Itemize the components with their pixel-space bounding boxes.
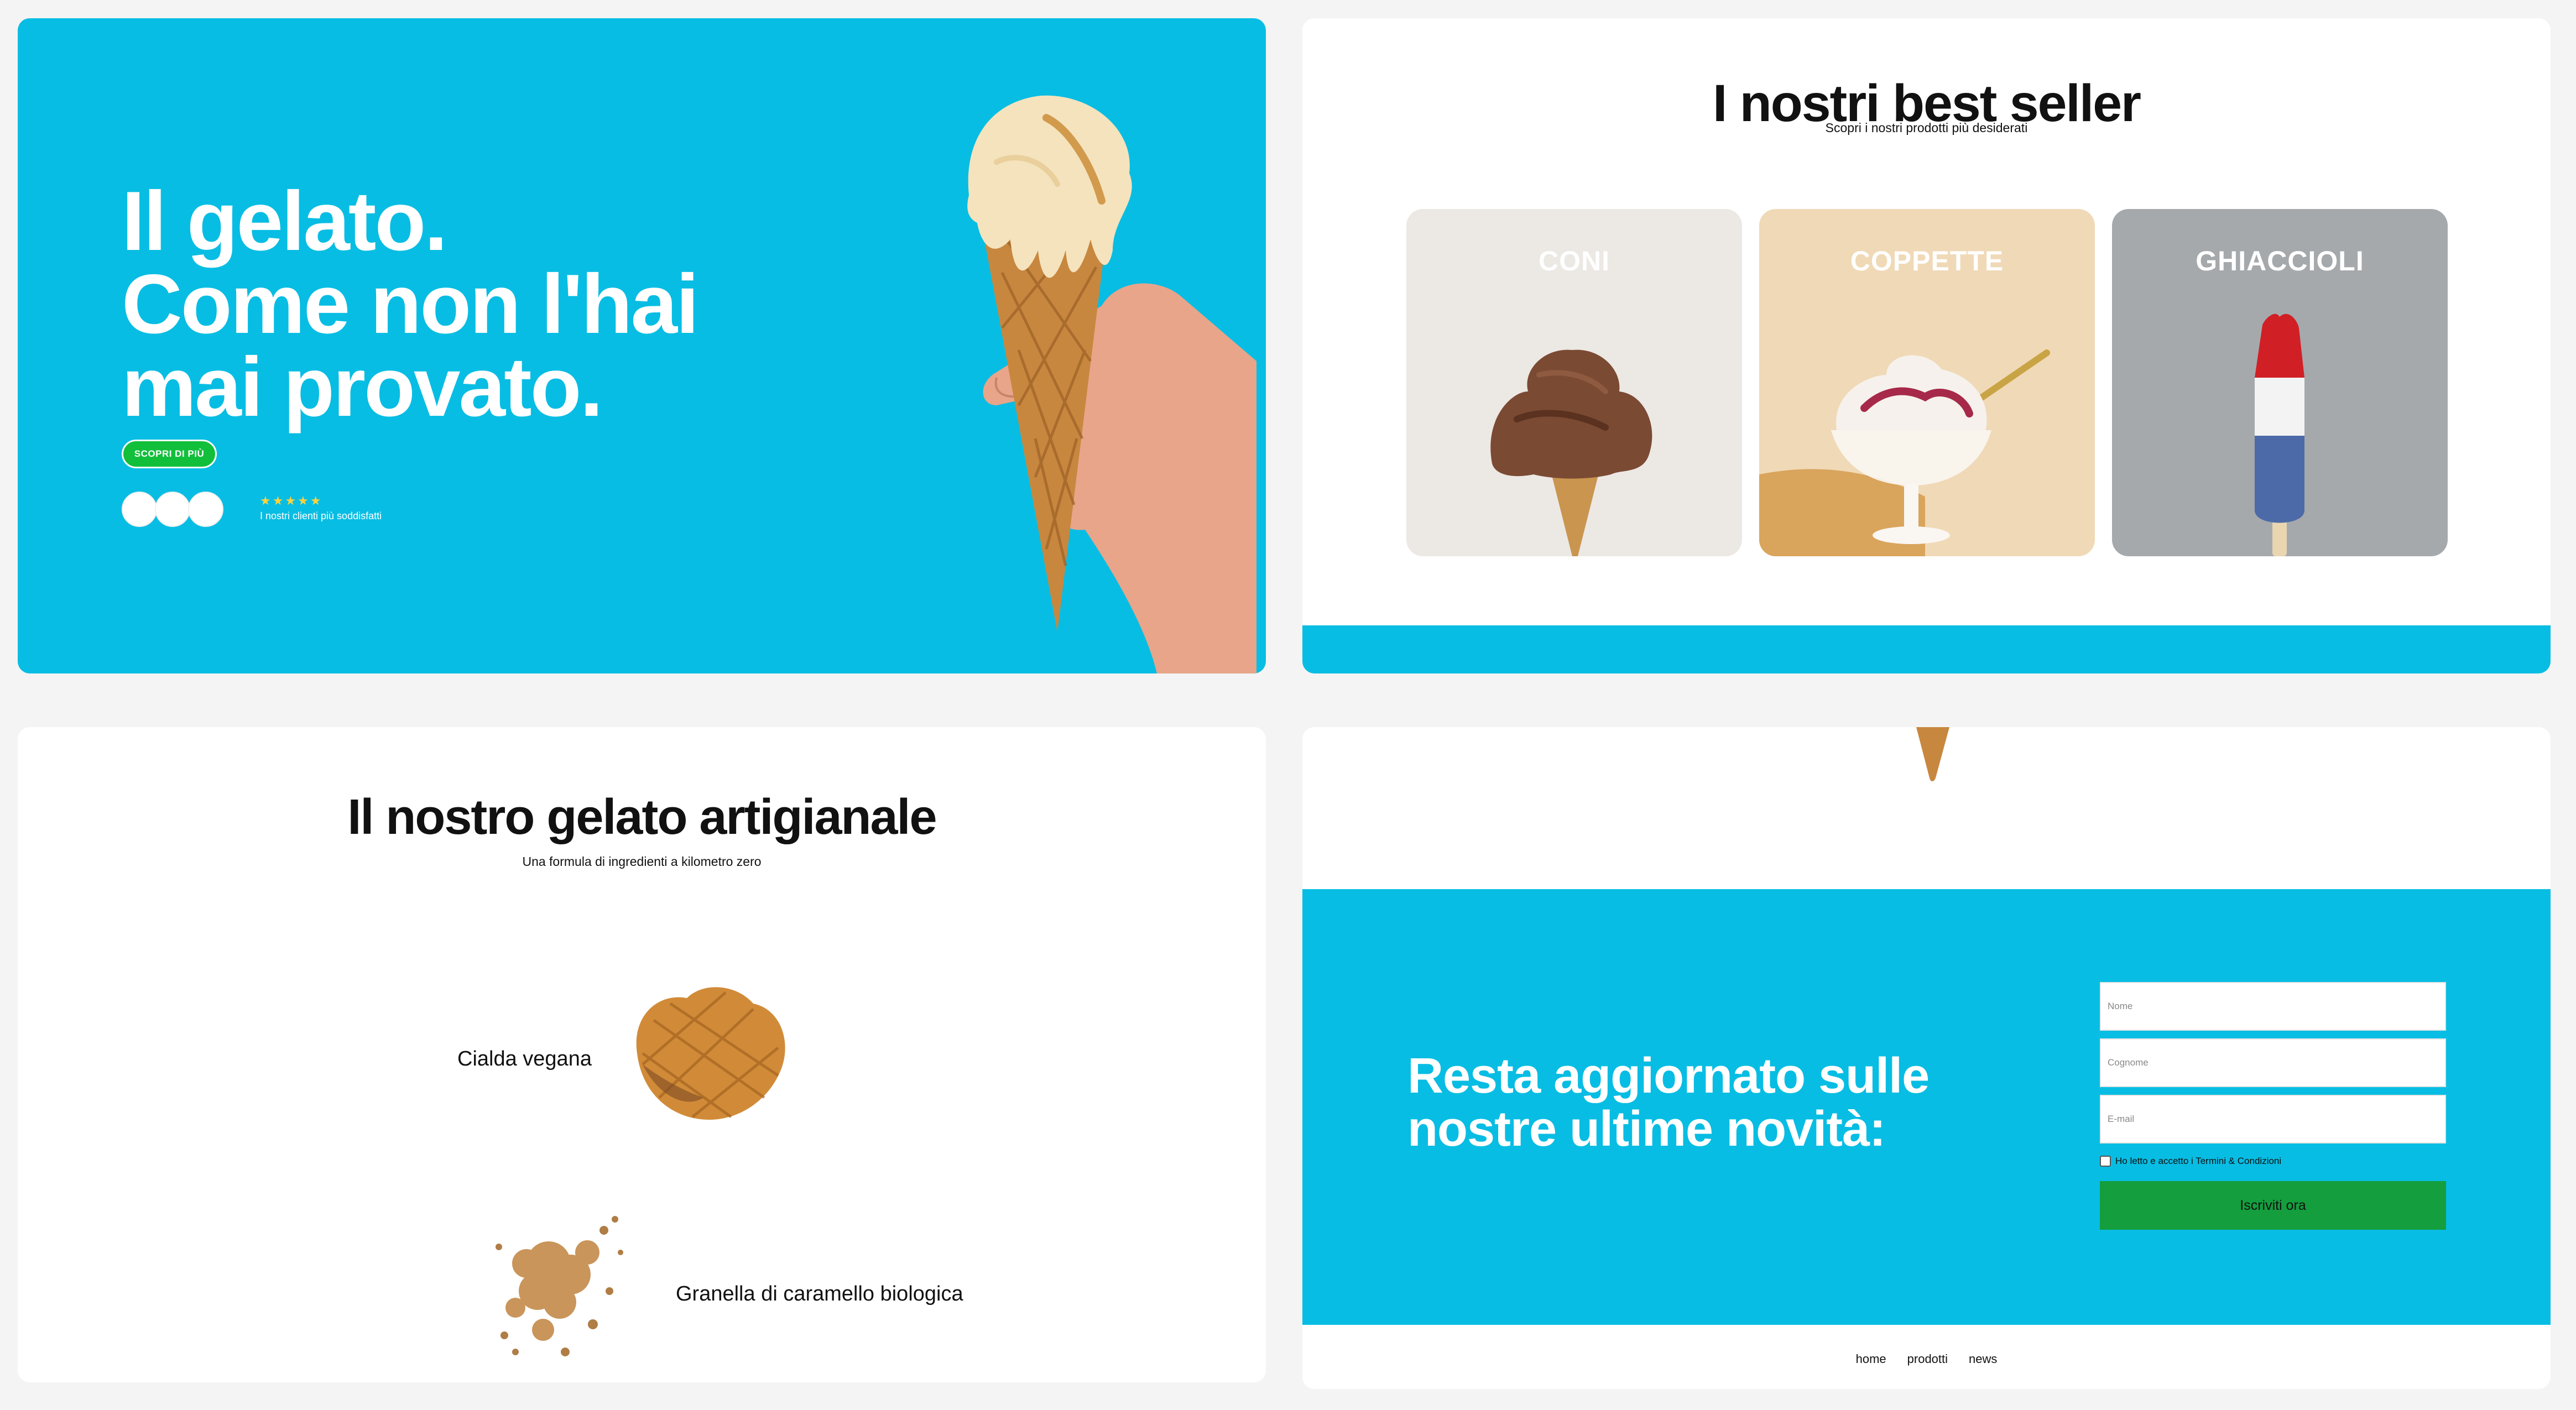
newsletter-band: Resta aggiornato sulle nostre ultime nov…: [1302, 889, 2551, 1325]
ingredient-label-cialda: Cialda vegana: [457, 1047, 592, 1070]
artisanal-panel: Il nostro gelato artigianale Una formula…: [18, 727, 1266, 1382]
first-name-field[interactable]: [2100, 982, 2446, 1031]
subscribe-button[interactable]: Iscriviti ora: [2100, 1181, 2446, 1230]
caramel-crumble-image: [496, 1216, 623, 1356]
card-label-ghiaccioli: GHIACCIOLI: [2196, 246, 2364, 276]
footer-nav: home prodotti news: [1302, 1352, 2551, 1366]
customer-avatar: [188, 492, 223, 527]
last-name-field[interactable]: [2100, 1038, 2446, 1087]
card-label-coppette: COPPETTE: [1850, 246, 2004, 276]
artisanal-title: Il nostro gelato artigianale: [347, 790, 937, 845]
terms-consent: Ho letto e accetto i Termini & Condizion…: [2100, 1156, 2281, 1167]
bestseller-subtitle: Scopri i nostri prodotti più desiderati: [1825, 121, 2028, 135]
bestseller-panel: I nostri best seller Scopri i nostri pro…: [1302, 18, 2551, 673]
hero-panel: Il gelato. Come non l'hai mai provato. S…: [18, 18, 1266, 673]
email-field[interactable]: [2100, 1095, 2446, 1143]
artisanal-subtitle: Una formula di ingredienti a kilometro z…: [522, 854, 762, 869]
product-card-coppette[interactable]: COPPETTE: [1759, 209, 2095, 556]
rating-stars-icon: ★★★★★: [260, 494, 323, 508]
newsletter-panel: Resta aggiornato sulle nostre ultime nov…: [1302, 727, 2551, 1389]
product-card-coni[interactable]: CONI: [1406, 209, 1742, 556]
satisfied-clients-text: I nostri clienti più soddisfatti: [260, 510, 382, 521]
newsletter-title: Resta aggiornato sulle nostre ultime nov…: [1407, 1048, 1930, 1157]
ingredient-label-granella: Granella di caramello biologica: [676, 1282, 963, 1305]
terms-checkbox[interactable]: [2100, 1156, 2111, 1167]
hero-title: Il gelato. Come non l'hai mai provato.: [122, 174, 699, 434]
card-label-coni: CONI: [1539, 246, 1610, 276]
cone-tip-image: [1916, 727, 1949, 781]
bestseller-bottom-bar: [1302, 625, 2551, 673]
footer-link-news[interactable]: news: [1969, 1352, 1997, 1366]
discover-more-button[interactable]: SCOPRI DI PIÙ: [122, 440, 217, 468]
ice-cream-cone-in-hand-image: [967, 95, 1256, 673]
terms-label: Ho letto e accetto i Termini & Condizion…: [2115, 1156, 2282, 1166]
footer-link-prodotti[interactable]: prodotti: [1907, 1352, 1948, 1366]
product-card-ghiaccioli[interactable]: GHIACCIOLI: [2112, 209, 2448, 556]
customer-avatar: [122, 492, 157, 527]
customer-avatar: [155, 492, 190, 527]
footer-link-home[interactable]: home: [1856, 1352, 1886, 1366]
vegan-wafer-image: [636, 987, 785, 1120]
